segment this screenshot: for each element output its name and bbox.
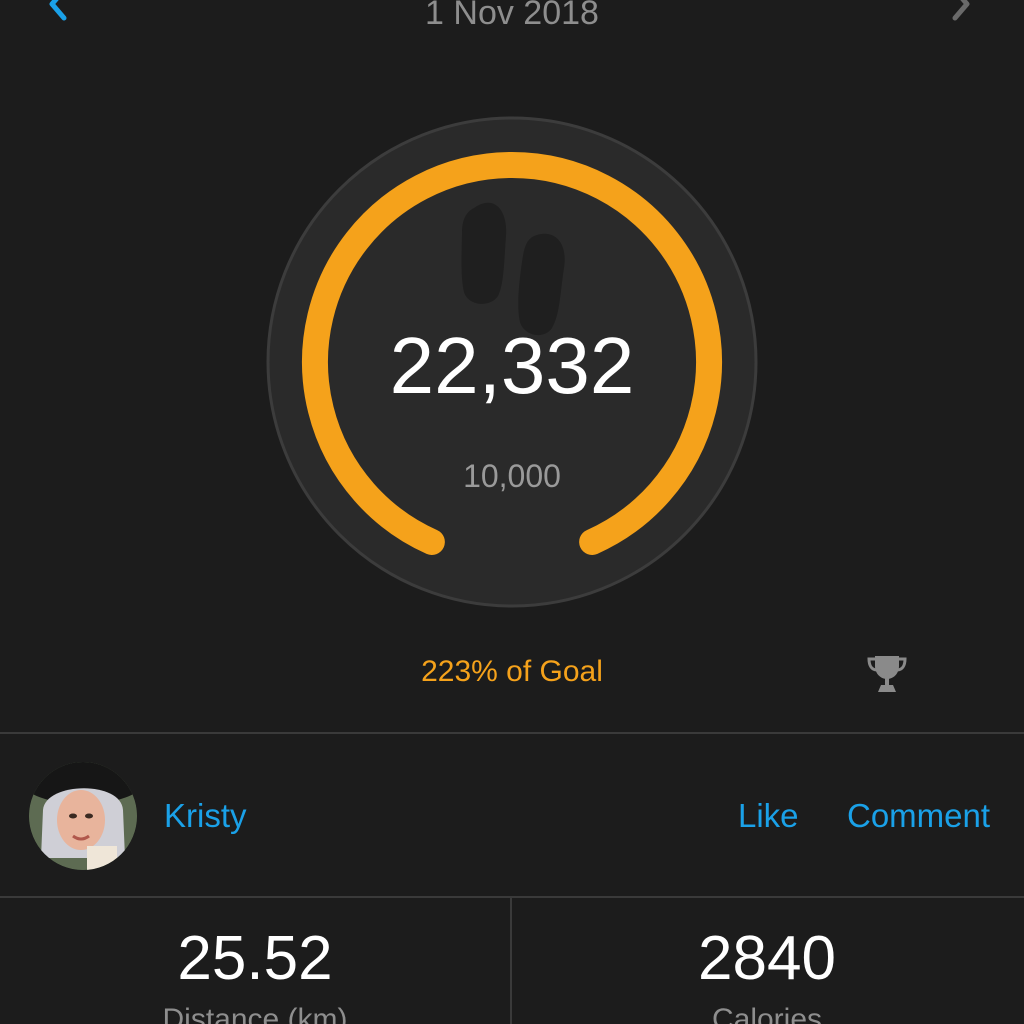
user-photo xyxy=(29,762,137,870)
steps-gauge: 22,332 10,000 xyxy=(262,116,762,616)
header: 1 Nov 2018 xyxy=(0,0,1024,40)
steps-count: 22,332 xyxy=(389,321,635,410)
date-title: 1 Nov 2018 xyxy=(425,0,599,32)
comment-button[interactable]: Comment xyxy=(847,796,990,836)
calories-stat[interactable]: 2840 Calories xyxy=(512,898,1022,1024)
steps-goal: 10,000 xyxy=(463,458,561,494)
daily-steps-screen: 1 Nov 2018 22,332 10,000 223% of Goal Kr… xyxy=(0,0,1024,1024)
user-name-link[interactable]: Kristy xyxy=(164,796,247,836)
calories-value: 2840 xyxy=(698,924,836,993)
next-day-button[interactable] xyxy=(939,0,989,32)
trophy-button[interactable] xyxy=(866,652,908,694)
trophy-icon xyxy=(867,656,907,692)
distance-label: Distance (km) xyxy=(162,1003,348,1024)
chevron-right-icon xyxy=(952,0,970,21)
social-row: Kristy Like Comment xyxy=(0,734,1024,896)
distance-value: 25.52 xyxy=(177,924,333,993)
distance-stat[interactable]: 25.52 Distance (km) xyxy=(0,898,510,1024)
calories-label: Calories xyxy=(711,1003,823,1024)
avatar[interactable] xyxy=(29,762,137,870)
like-button[interactable]: Like xyxy=(738,796,799,836)
